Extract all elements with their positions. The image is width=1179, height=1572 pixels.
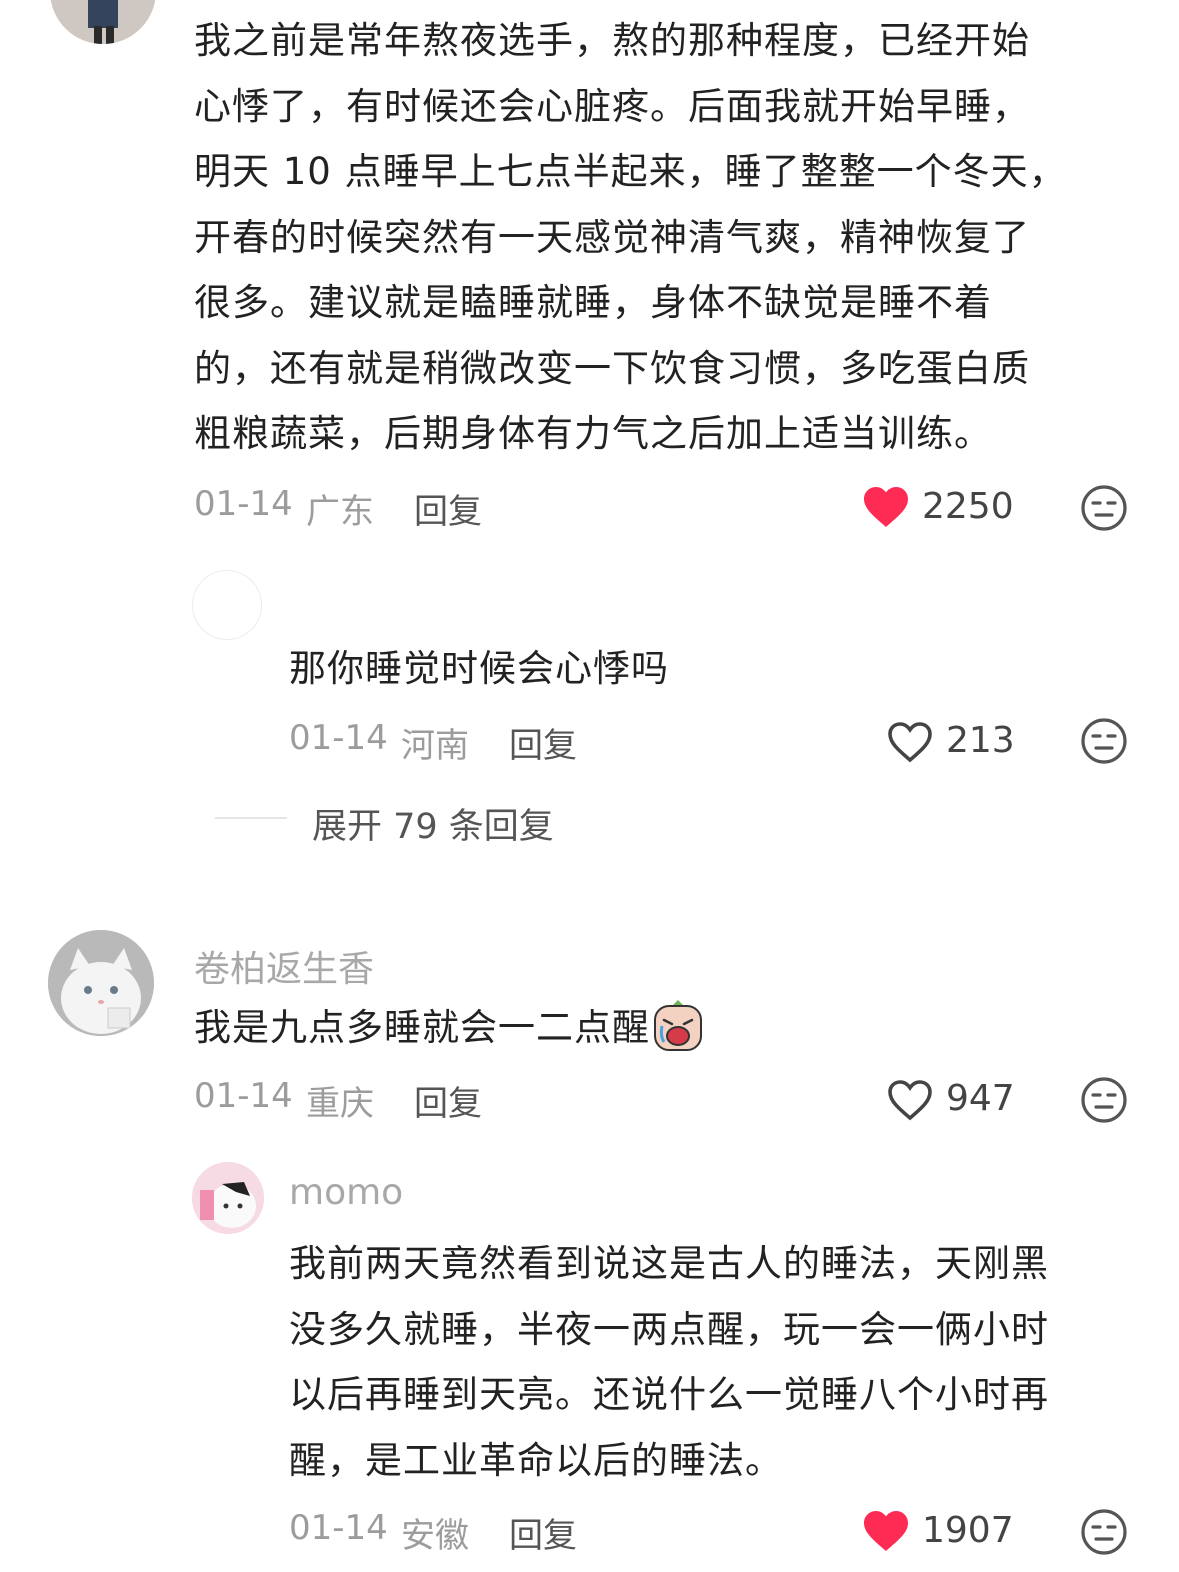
expand-replies-button[interactable]: 展开 79 条回复 [312, 798, 554, 849]
avatar-image [192, 1162, 264, 1234]
meh-face-icon[interactable] [1080, 1508, 1128, 1556]
reply-location: 河南 [401, 726, 469, 766]
comment-text: 我之前是常年熬夜选手，熬的那种程度，已经开始 心悸了，有时候还会心脏疼。后面我就… [194, 8, 1154, 467]
comment-text-line: 心悸了，有时候还会心脏疼。后面我就开始早睡， [194, 84, 1030, 128]
comment-text-line: 开春的时候突然有一天感觉神清气爽，精神恢复了 [194, 215, 1030, 259]
comment-text: 我是九点多睡就会一二点醒 [194, 995, 704, 1061]
reply-text: 那你睡觉时候会心悸吗 [289, 647, 669, 690]
avatar[interactable] [48, 930, 154, 1036]
comment-text-line: 明天 10 点睡早上七点半起来，睡了整整一个冬天， [194, 150, 1067, 193]
reply-text-line: 没多久就睡，半夜一两点醒，玩一会一俩小时 [289, 1307, 1049, 1351]
expand-divider [215, 817, 287, 819]
avatar-image [48, 930, 154, 1036]
heart-filled-icon[interactable] [862, 1509, 910, 1553]
comment-text-line: 粗粮蔬菜，后期身体有力气之后加上适当训练。 [194, 412, 992, 455]
reply-button[interactable]: 回复 [414, 484, 482, 533]
comment-location: 广东 [306, 492, 374, 532]
like-count: 2250 [922, 486, 1014, 527]
heart-filled-icon[interactable] [862, 485, 910, 529]
reply-date: 01-14 [289, 718, 388, 758]
reply-text: 我前两天竟然看到说这是古人的睡法，天刚黑 没多久就睡，半夜一两点醒，玩一会一俩小… [289, 1231, 1169, 1493]
reply-text-line: 我前两天竟然看到说这是古人的睡法，天刚黑 [289, 1242, 1049, 1285]
heart-outline-icon[interactable] [886, 720, 934, 764]
avatar-image [50, 0, 156, 44]
crying-face-emoji [654, 1000, 702, 1051]
meh-face-icon[interactable] [1080, 1076, 1128, 1124]
comment-text-line: 我之前是常年熬夜选手，熬的那种程度，已经开始 [194, 19, 1030, 62]
meh-face-icon[interactable] [1080, 484, 1128, 532]
avatar[interactable] [192, 570, 262, 640]
reply-date: 01-14 [289, 1508, 388, 1548]
heart-outline-icon[interactable] [886, 1078, 934, 1122]
reply-button[interactable]: 回复 [414, 1076, 482, 1125]
meh-face-icon[interactable] [1080, 717, 1128, 765]
comment-location: 重庆 [306, 1084, 374, 1124]
comment-text-line: 的，还有就是稍微改变一下饮食习惯，多吃蛋白质 [194, 346, 1030, 390]
comment-text-content: 我是九点多睡就会一二点醒 [194, 1006, 650, 1049]
reply-button[interactable]: 回复 [509, 1508, 577, 1557]
like-count: 213 [946, 720, 1015, 761]
avatar[interactable] [50, 0, 156, 44]
avatar[interactable] [192, 1162, 264, 1234]
reply-button[interactable]: 回复 [509, 718, 577, 767]
comment-text-line: 很多。建议就是瞌睡就睡，身体不缺觉是睡不着 [194, 281, 992, 324]
like-count: 1907 [922, 1510, 1014, 1551]
reply-location: 安徽 [401, 1516, 469, 1556]
comment-date: 01-14 [194, 484, 293, 524]
username[interactable]: momo [289, 1172, 403, 1213]
username[interactable]: 卷柏返生香 [194, 940, 374, 992]
comment-date: 01-14 [194, 1076, 293, 1116]
like-count: 947 [946, 1078, 1015, 1119]
reply-text-line: 醒，是工业革命以后的睡法。 [289, 1438, 783, 1482]
reply-text-line: 以后再睡到天亮。还说什么一觉睡八个小时再 [289, 1373, 1049, 1416]
